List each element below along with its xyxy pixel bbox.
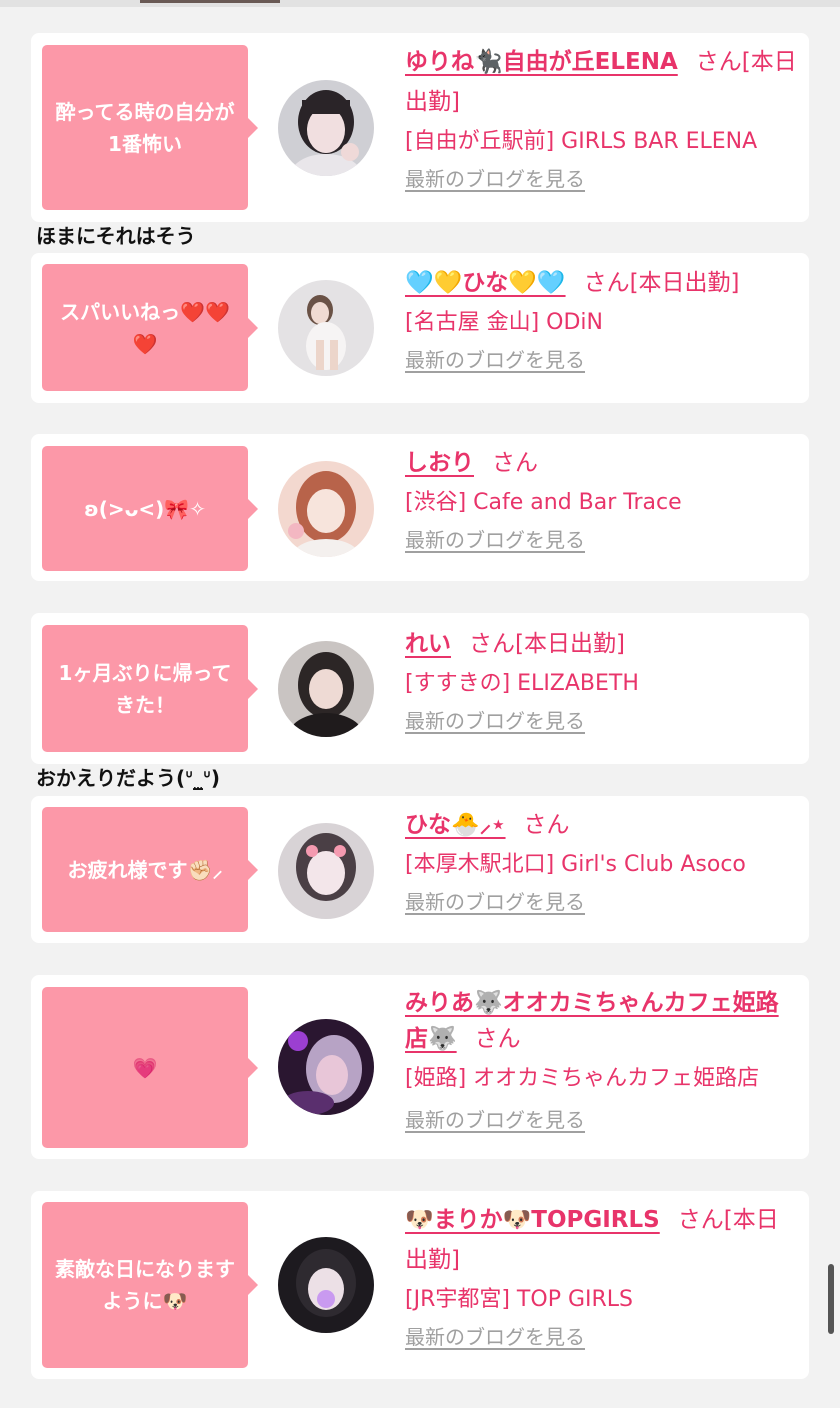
blog-feed-page: 酔ってる時の自分が1番怖い ゆりね🐈‍⬛自由が丘ELENA さん[本日出勤] [自… xyxy=(0,0,840,1408)
comment-bubble: スパいいねっ❤️❤️❤️ xyxy=(42,264,258,391)
latest-blog-link[interactable]: 最新のブログを見る xyxy=(405,345,585,375)
cast-name-link[interactable]: れい xyxy=(405,631,451,657)
cast-name-line: れい さん[本日出勤] xyxy=(405,624,797,664)
cast-info: しおり さん [渋谷] Cafe and Bar Trace 最新のブログを見る xyxy=(405,443,797,555)
cast-info: ひな🐣⸝⋆ さん [本厚木駅北口] Girl's Club Asoco 最新のブロ… xyxy=(405,805,797,917)
tab-indicator-active xyxy=(140,0,280,3)
cast-name-line: 🐶まりか🐶TOPGIRLS さん[本日出勤] xyxy=(405,1200,797,1280)
cast-name-line: ひな🐣⸝⋆ さん xyxy=(405,805,797,845)
avatar-photo xyxy=(278,1019,374,1115)
cast-info: みりあ🐺オオカミちゃんカフェ姫路店🐺 さん [姫路] オオカミちゃんカフェ姫路店 … xyxy=(405,985,797,1135)
shop-name: [JR宇都宮] TOP GIRLS xyxy=(405,1287,633,1312)
cast-avatar[interactable] xyxy=(278,280,374,376)
san-label: さん xyxy=(474,1026,521,1052)
cast-info: れい さん[本日出勤] [すすきの] ELIZABETH 最新のブログを見る xyxy=(405,624,797,736)
avatar-photo xyxy=(278,280,374,376)
latest-blog-link[interactable]: 最新のブログを見る xyxy=(405,1322,585,1352)
tab-indicator-track xyxy=(0,0,840,7)
comment-bubble: 酔ってる時の自分が1番怖い xyxy=(42,45,258,210)
comment-text: 1ヶ月ぶりに帰ってきた！ xyxy=(58,660,232,717)
san-label: さん xyxy=(583,270,630,296)
comment-text: 💗 xyxy=(132,1055,158,1080)
cast-card: お疲れ様です✊🏻⸝ ひな🐣⸝⋆ さん [本厚木駅北口] Girl's Club A… xyxy=(31,796,809,943)
comment-bubble: 素敵な日になりますように🐶 xyxy=(42,1202,258,1368)
latest-blog-link[interactable]: 最新のブログを見る xyxy=(405,164,585,194)
san-label: さん xyxy=(677,1207,724,1233)
cast-name-line: 🩵💛ひな💛🩵 さん[本日出勤] xyxy=(405,263,797,303)
cast-info: 🐶まりか🐶TOPGIRLS さん[本日出勤] [JR宇都宮] TOP GIRLS … xyxy=(405,1200,797,1352)
shop-name: [渋谷] Cafe and Bar Trace xyxy=(405,490,682,515)
cast-avatar[interactable] xyxy=(278,461,374,557)
cast-name-link[interactable]: ひな🐣⸝⋆ xyxy=(405,812,506,838)
status-text: [本日出勤] xyxy=(629,270,740,296)
cast-avatar[interactable] xyxy=(278,80,374,176)
avatar-photo xyxy=(278,641,374,737)
avatar-photo xyxy=(278,1237,374,1333)
san-label: さん xyxy=(469,631,515,657)
comment-bubble: 💗 xyxy=(42,987,258,1148)
cast-name-link[interactable]: しおり xyxy=(405,450,474,476)
cast-name-link[interactable]: ゆりね🐈‍⬛自由が丘ELENA xyxy=(405,49,678,75)
latest-blog-link[interactable]: 最新のブログを見る xyxy=(405,1105,585,1135)
cast-name-link[interactable]: 🐶まりか🐶TOPGIRLS xyxy=(405,1207,660,1233)
cast-name-line: ゆりね🐈‍⬛自由が丘ELENA さん[本日出勤] xyxy=(405,42,797,122)
comment-text: スパいいねっ❤️❤️❤️ xyxy=(60,299,230,356)
reply-text: おかえりだよう(ᐡ_̫ᐡ) xyxy=(36,766,221,790)
avatar-photo xyxy=(278,80,374,176)
cast-name-link[interactable]: 🩵💛ひな💛🩵 xyxy=(405,270,566,296)
san-label: さん xyxy=(523,812,570,838)
comment-bubble: 1ヶ月ぶりに帰ってきた！ xyxy=(42,625,258,752)
cast-card: 素敵な日になりますように🐶 🐶まりか🐶TOPGIRLS さん[本日出勤] [JR宇… xyxy=(31,1191,809,1379)
cast-name-line: みりあ🐺オオカミちゃんカフェ姫路店🐺 さん xyxy=(405,985,797,1057)
cast-name-line: しおり さん xyxy=(405,443,797,483)
cast-avatar[interactable] xyxy=(278,1237,374,1333)
san-label: さん xyxy=(695,49,742,75)
cast-avatar[interactable] xyxy=(278,641,374,737)
shop-name: [本厚木駅北口] Girl's Club Asoco xyxy=(405,852,746,877)
cast-avatar[interactable] xyxy=(278,1019,374,1115)
reply-text: ほまにそれはそう xyxy=(36,224,196,248)
status-text: [本日出勤] xyxy=(515,631,625,657)
shop-name: [姫路] オオカミちゃんカフェ姫路店 xyxy=(405,1066,760,1091)
avatar-photo xyxy=(278,461,374,557)
latest-blog-link[interactable]: 最新のブログを見る xyxy=(405,706,585,736)
cast-card: 酔ってる時の自分が1番怖い ゆりね🐈‍⬛自由が丘ELENA さん[本日出勤] [自… xyxy=(31,33,809,222)
latest-blog-link[interactable]: 最新のブログを見る xyxy=(405,525,585,555)
cast-info: 🩵💛ひな💛🩵 さん[本日出勤] [名古屋 金山] ODiN 最新のブログを見る xyxy=(405,263,797,375)
cast-card: 1ヶ月ぶりに帰ってきた！ れい さん[本日出勤] [すすきの] ELIZABETH… xyxy=(31,613,809,764)
cast-name-link[interactable]: みりあ🐺オオカミちゃんカフェ姫路店🐺 xyxy=(405,990,779,1052)
comment-text: 素敵な日になりますように🐶 xyxy=(55,1257,235,1313)
scrollbar-thumb[interactable] xyxy=(828,1264,834,1334)
san-label: さん xyxy=(492,450,538,476)
comment-bubble: お疲れ様です✊🏻⸝ xyxy=(42,807,258,932)
shop-name: [自由が丘駅前] GIRLS BAR ELENA xyxy=(405,129,758,154)
latest-blog-link[interactable]: 最新のブログを見る xyxy=(405,887,585,917)
cast-card: スパいいねっ❤️❤️❤️ 🩵💛ひな💛🩵 さん[本日出勤] [名古屋 金山] ODi… xyxy=(31,253,809,403)
comment-text: お疲れ様です✊🏻⸝ xyxy=(67,857,223,882)
cast-info: ゆりね🐈‍⬛自由が丘ELENA さん[本日出勤] [自由が丘駅前] GIRLS B… xyxy=(405,42,797,194)
comment-text: ʚ(>ᴗ<)🎀✧ xyxy=(84,496,206,521)
avatar-photo xyxy=(278,823,374,919)
cast-avatar[interactable] xyxy=(278,823,374,919)
shop-name: [名古屋 金山] ODiN xyxy=(405,310,603,335)
comment-text: 酔ってる時の自分が1番怖い xyxy=(55,99,235,156)
shop-name: [すすきの] ELIZABETH xyxy=(405,671,639,696)
cast-card: ʚ(>ᴗ<)🎀✧ しおり さん [渋谷] Cafe and Bar Trace 最… xyxy=(31,434,809,581)
comment-bubble: ʚ(>ᴗ<)🎀✧ xyxy=(42,446,258,571)
cast-card: 💗 みりあ🐺オオカミちゃんカフェ姫路店🐺 さん [姫路] オオカミちゃんカフェ姫路… xyxy=(31,975,809,1159)
